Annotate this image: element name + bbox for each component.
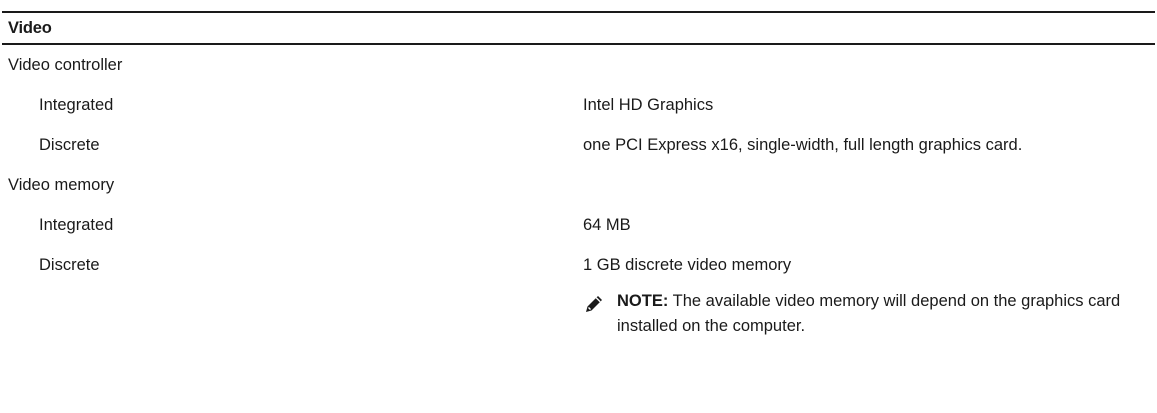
controller-integrated-value: Intel HD Graphics <box>583 95 714 114</box>
controller-discrete-label: Discrete <box>39 135 100 154</box>
memory-discrete-row: Discrete 1 GB discrete video memory <box>2 245 1155 285</box>
controller-discrete-row: Discrete one PCI Express x16, single-wid… <box>2 125 1155 165</box>
video-memory-row: Video memory <box>2 165 1155 205</box>
video-controller-row: Video controller <box>2 45 1155 85</box>
pencil-note-icon <box>583 293 605 315</box>
memory-integrated-row: Integrated 64 MB <box>2 205 1155 245</box>
memory-discrete-label: Discrete <box>39 255 100 274</box>
video-spec-table: Video Video controller Integrated Intel … <box>2 11 1155 339</box>
section-header: Video <box>2 11 1155 45</box>
memory-integrated-label: Integrated <box>39 215 114 234</box>
memory-discrete-value: 1 GB discrete video memory <box>583 255 792 274</box>
controller-integrated-label: Integrated <box>39 95 114 114</box>
memory-integrated-value: 64 MB <box>583 215 631 234</box>
video-memory-label: Video memory <box>8 175 115 194</box>
controller-integrated-row: Integrated Intel HD Graphics <box>2 85 1155 125</box>
note-prefix: NOTE: <box>617 292 669 310</box>
note-text: The available video memory will depend o… <box>617 292 1121 335</box>
controller-discrete-value: one PCI Express x16, single-width, full … <box>583 135 1023 154</box>
section-title: Video <box>8 18 52 37</box>
video-controller-label: Video controller <box>8 55 123 74</box>
note-box: NOTE: The available video memory will de… <box>583 289 1143 339</box>
